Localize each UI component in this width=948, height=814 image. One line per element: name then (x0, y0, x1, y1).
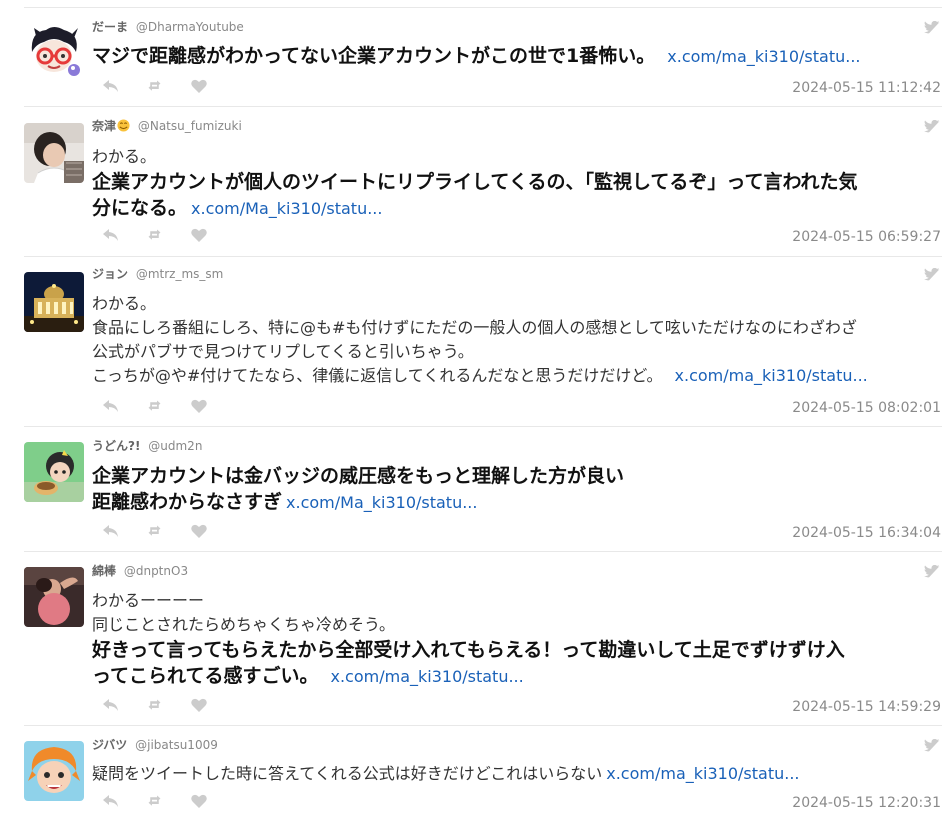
tweet-text-line: 企業アカウントは金バッジの威圧感をもっと理解した方が良い (92, 465, 625, 487)
tweet-header: ジバツ @jibatsu1009 (92, 738, 218, 752)
author-name[interactable]: ジョン (92, 267, 128, 281)
tweet-text-line: わかる。 (92, 147, 157, 166)
tweet-body: わかる。 企業アカウントが個人のツイートにリプライしてくるの、「監視してるぞ」っ… (92, 145, 940, 222)
tweet-body: 企業アカウントは金バッジの威圧感をもっと理解した方が良い 距離感わからなさすぎ x… (92, 463, 940, 516)
retweet-icon[interactable] (146, 227, 164, 243)
author-name[interactable]: 綿棒 (92, 564, 116, 578)
tweet-text-line: わかる。 (92, 294, 157, 313)
reply-icon[interactable] (102, 523, 120, 539)
retweet-icon[interactable] (146, 697, 164, 713)
tweet-text: マジで距離感がわかってない企業アカウントがこの世で1番怖い。 (92, 45, 656, 67)
tweet-text-line: 好きって言ってもらえたから全部受け入れてもらえる！って勘違いして土足でずけずけ入 (92, 639, 845, 661)
twitter-bird-icon[interactable] (924, 120, 940, 134)
tweet-text-line: 疑問をツイートした時に答えてくれる公式は好きだけどこれはいらない x.com/ma… (92, 762, 940, 786)
timestamp[interactable]: 2024-05-15 06:59:27 (792, 229, 941, 245)
author-name[interactable]: うどん?! (92, 439, 140, 453)
tweet-text: ってこられてる感すごい。 (92, 665, 319, 687)
reply-icon[interactable] (102, 697, 120, 713)
timestamp[interactable]: 2024-05-15 08:02:01 (792, 400, 941, 416)
status-link[interactable]: x.com/Ma_ki310/statu... (191, 199, 382, 218)
tweet-card: 綿棒 @dnptnO3 わかるーーーー 同じことされたらめちゃくちゃ冷めそう。 … (0, 552, 948, 726)
tweet-body: わかるーーーー 同じことされたらめちゃくちゃ冷めそう。 好きって言ってもらえたか… (92, 589, 940, 690)
tweet-header: ジョン @mtrz_ms_sm (92, 267, 223, 281)
tweet-body: わかる。 食品にしろ番組にしろ、特に@も#も付けずにただの一般人の個人の感想とし… (92, 292, 940, 388)
tweet-body: 疑問をツイートした時に答えてくれる公式は好きだけどこれはいらない x.com/ma… (92, 762, 940, 786)
author-name-text: 奈津 (92, 119, 117, 133)
tweet-text-line: 公式がパブサで見つけてリプしてくると引いちゃう。 (92, 342, 474, 361)
tweet-text-line: 企業アカウントが個人のツイートにリプライしてくるの、「監視してるぞ」って言われた… (92, 171, 858, 193)
tweet-card: 奈津 @Natsu_fumizuki わかる。 企業アカウントが個人のツイートに… (0, 107, 948, 257)
retweet-icon[interactable] (146, 523, 164, 539)
tweet-text-line: こっちが@や#付けてたなら、律儀に返信してくれるんだなと思うだけだけど。 x.co… (92, 364, 940, 388)
tweet-card: だーま @DharmaYoutube マジで距離感がわかってない企業アカウントが… (0, 8, 948, 107)
tweet-text-line: マジで距離感がわかってない企業アカウントがこの世で1番怖い。 x.com/ma_k… (92, 43, 940, 70)
tweet-body: マジで距離感がわかってない企業アカウントがこの世で1番怖い。 x.com/ma_k… (92, 43, 940, 70)
author-handle[interactable]: @Natsu_fumizuki (138, 119, 242, 133)
author-handle[interactable]: @mtrz_ms_sm (136, 267, 224, 281)
reply-icon[interactable] (102, 793, 120, 809)
reply-icon[interactable] (102, 227, 120, 243)
heart-icon[interactable] (190, 398, 208, 414)
tweet-header: うどん?! @udm2n (92, 439, 202, 453)
tweet-text-line: 食品にしろ番組にしろ、特に@も#も付けずにただの一般人の個人の感想として呟いただ… (92, 318, 857, 337)
tweet-text-line: 同じことされたらめちゃくちゃ冷めそう。 (92, 615, 396, 634)
author-handle[interactable]: @dnptnO3 (124, 564, 188, 578)
status-link[interactable]: x.com/ma_ki310/statu... (606, 764, 799, 783)
author-name[interactable]: 奈津 (92, 119, 130, 133)
tweet-text-line: 分になる。 x.com/Ma_ki310/statu... (92, 195, 940, 222)
author-name[interactable]: ジバツ (92, 738, 127, 752)
smiling-face-emoji-icon (117, 119, 130, 132)
tweet-text-line: ってこられてる感すごい。 x.com/ma_ki310/statu... (92, 663, 940, 690)
retweet-icon[interactable] (146, 793, 164, 809)
status-link[interactable]: x.com/ma_ki310/statu... (330, 667, 523, 686)
status-link[interactable]: x.com/ma_ki310/statu... (675, 366, 868, 385)
tweet-card: うどん?! @udm2n 企業アカウントは金バッジの威圧感をもっと理解した方が良… (0, 427, 948, 552)
heart-icon[interactable] (190, 523, 208, 539)
reply-icon[interactable] (102, 398, 120, 414)
author-handle[interactable]: @DharmaYoutube (136, 20, 244, 34)
tweet-header: 奈津 @Natsu_fumizuki (92, 119, 242, 133)
twitter-bird-icon[interactable] (924, 565, 940, 579)
tweet-text-line: 距離感わからなさすぎ x.com/Ma_ki310/statu... (92, 489, 940, 516)
twitter-bird-icon[interactable] (924, 268, 940, 282)
status-link[interactable]: x.com/Ma_ki310/statu... (286, 493, 477, 512)
author-handle[interactable]: @udm2n (148, 439, 202, 453)
tweet-card: ジバツ @jibatsu1009 疑問をツイートした時に答えてくれる公式は好きだ… (0, 726, 948, 814)
avatar[interactable] (24, 442, 84, 502)
timestamp[interactable]: 2024-05-15 16:34:04 (792, 525, 941, 541)
tweet-header: 綿棒 @dnptnO3 (92, 564, 188, 578)
heart-icon[interactable] (190, 227, 208, 243)
author-name[interactable]: だーま (92, 20, 128, 34)
twitter-bird-icon[interactable] (924, 21, 940, 35)
tweet-feed: だーま @DharmaYoutube マジで距離感がわかってない企業アカウントが… (0, 0, 948, 814)
tweet-text: こっちが@や#付けてたなら、律儀に返信してくれるんだなと思うだけだけど。 (92, 366, 663, 385)
heart-icon[interactable] (190, 697, 208, 713)
twitter-bird-icon[interactable] (924, 739, 940, 753)
timestamp[interactable]: 2024-05-15 12:20:31 (792, 795, 941, 811)
tweet-text: 疑問をツイートした時に答えてくれる公式は好きだけどこれはいらない (92, 764, 603, 783)
heart-icon[interactable] (190, 78, 208, 94)
tweet-text: 分になる。 (92, 197, 188, 219)
avatar[interactable] (24, 272, 84, 332)
timestamp[interactable]: 2024-05-15 14:59:29 (792, 699, 941, 715)
tweet-header: だーま @DharmaYoutube (92, 20, 244, 34)
avatar[interactable] (24, 567, 84, 627)
avatar[interactable] (24, 741, 84, 801)
avatar[interactable] (24, 22, 84, 82)
retweet-icon[interactable] (146, 78, 164, 94)
status-link[interactable]: x.com/ma_ki310/statu... (667, 47, 860, 66)
tweet-card: ジョン @mtrz_ms_sm わかる。 食品にしろ番組にしろ、特に@も#も付け… (0, 257, 948, 427)
retweet-icon[interactable] (146, 398, 164, 414)
timestamp[interactable]: 2024-05-15 11:12:42 (792, 80, 941, 96)
heart-icon[interactable] (190, 793, 208, 809)
reply-icon[interactable] (102, 78, 120, 94)
tweet-text: 距離感わからなさすぎ (92, 491, 283, 513)
avatar[interactable] (24, 123, 84, 183)
tweet-text-line: わかるーーーー (92, 591, 205, 610)
author-handle[interactable]: @jibatsu1009 (135, 738, 218, 752)
